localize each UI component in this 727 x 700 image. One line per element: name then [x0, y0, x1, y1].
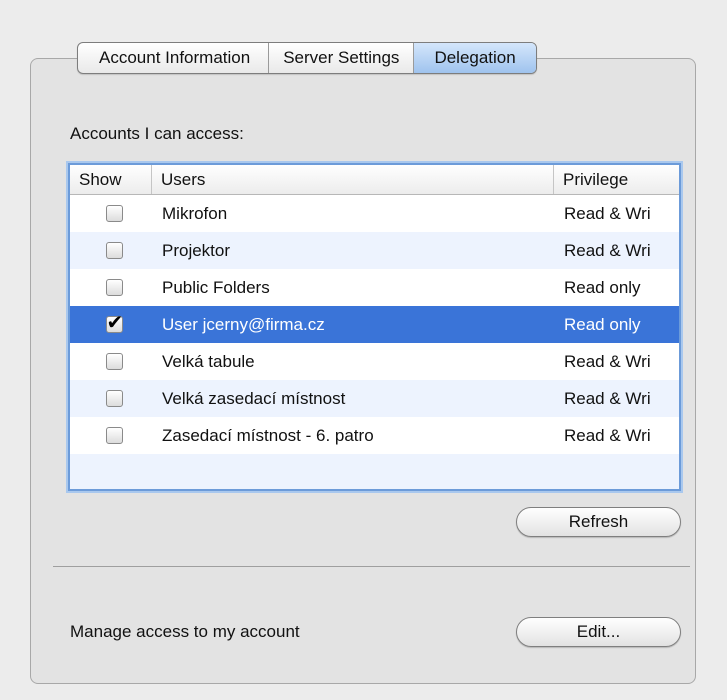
user-cell: Mikrofon	[162, 203, 228, 223]
show-cell	[70, 427, 152, 444]
privilege-cell: Read & Wri	[564, 425, 651, 445]
privilege-cell: Read & Wri	[564, 203, 651, 223]
show-checkbox[interactable]	[105, 427, 123, 444]
user-cell: User jcerny@firma.cz	[162, 314, 325, 334]
show-checkbox[interactable]	[105, 279, 123, 296]
show-cell	[70, 205, 152, 222]
table-row[interactable]: User jcerny@firma.cz Read only	[70, 306, 679, 343]
show-cell	[70, 390, 152, 407]
table-row[interactable]: Projektor Read & Wri	[70, 232, 679, 269]
show-checkbox[interactable]	[105, 205, 123, 222]
table-header: Show Users Privilege	[70, 165, 679, 195]
privilege-cell: Read & Wri	[564, 388, 651, 408]
user-cell: Projektor	[162, 240, 231, 260]
privilege-cell: Read & Wri	[564, 240, 651, 260]
tab-delegation[interactable]: Delegation	[413, 43, 536, 73]
edit-button[interactable]: Edit...	[516, 617, 681, 647]
user-cell: Public Folders	[162, 277, 270, 297]
user-cell: Zasedací místnost - 6. patro	[162, 425, 374, 445]
table-row[interactable]: Zasedací místnost - 6. patro Read & Wri	[70, 417, 679, 454]
show-cell	[70, 242, 152, 259]
user-cell: Velká tabule	[162, 351, 255, 371]
show-cell	[70, 353, 152, 370]
privilege-cell: Read & Wri	[564, 351, 651, 371]
empty-row	[70, 454, 679, 489]
divider	[53, 566, 690, 567]
user-cell: Velká zasedací místnost	[162, 388, 346, 408]
show-checkbox[interactable]	[105, 316, 123, 333]
column-header-privilege[interactable]: Privilege	[554, 165, 679, 194]
table-row[interactable]: Public Folders Read only	[70, 269, 679, 306]
privilege-cell: Read only	[564, 277, 641, 297]
table-row[interactable]: Velká tabule Read & Wri	[70, 343, 679, 380]
refresh-button[interactable]: Refresh	[516, 507, 681, 537]
accounts-table[interactable]: Show Users Privilege Mikrofon Read & Wri P…	[68, 163, 681, 491]
tab-server-settings[interactable]: Server Settings	[268, 43, 413, 73]
column-header-show[interactable]: Show	[70, 165, 152, 194]
column-header-users[interactable]: Users	[152, 165, 554, 194]
tab-bar: Account Information Server Settings Dele…	[77, 42, 537, 74]
table-row[interactable]: Velká zasedací místnost Read & Wri	[70, 380, 679, 417]
show-cell	[70, 279, 152, 296]
privilege-cell: Read only	[564, 314, 641, 334]
table-body: Mikrofon Read & Wri Projektor Read & Wri Pub…	[70, 195, 679, 489]
manage-access-label: Manage access to my account	[70, 622, 300, 641]
show-checkbox[interactable]	[105, 242, 123, 259]
show-checkbox[interactable]	[105, 353, 123, 370]
show-checkbox[interactable]	[105, 390, 123, 407]
tab-account-information[interactable]: Account Information	[78, 43, 268, 73]
accounts-label: Accounts I can access:	[70, 124, 244, 143]
show-cell	[70, 316, 152, 333]
table-row[interactable]: Mikrofon Read & Wri	[70, 195, 679, 232]
